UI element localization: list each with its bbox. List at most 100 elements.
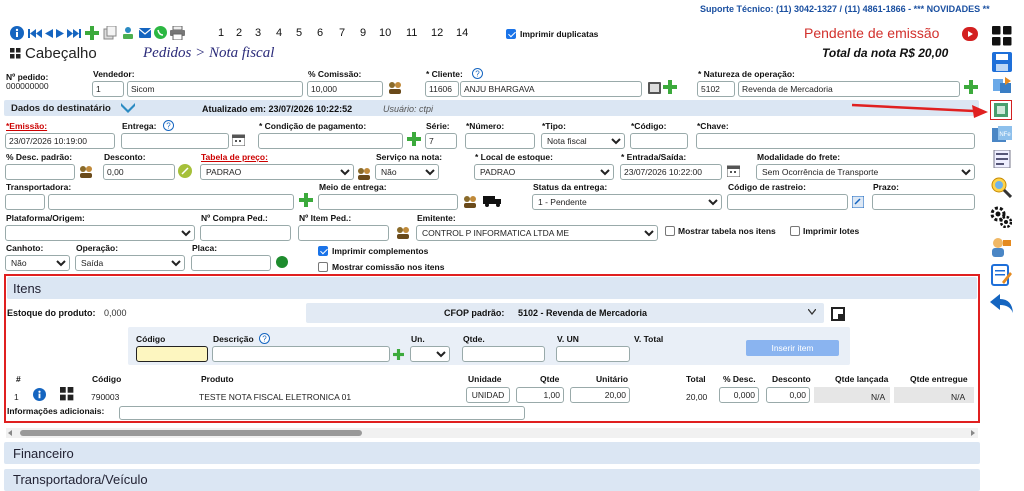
whatsapp-icon[interactable] [154, 26, 167, 39]
discount-input[interactable] [103, 164, 175, 180]
row-qty[interactable]: 1,00 [516, 387, 564, 403]
last-page-icon[interactable] [67, 29, 81, 38]
page-number-link[interactable]: 2 [236, 27, 242, 39]
scroll-thumb[interactable] [20, 430, 362, 436]
people-icon[interactable] [79, 165, 93, 178]
delivery-mode-input[interactable] [318, 194, 458, 210]
plate-input[interactable] [191, 255, 271, 271]
seller-code-input[interactable] [92, 81, 124, 97]
edit-document-icon[interactable] [990, 264, 1012, 286]
calendar-icon[interactable] [727, 165, 740, 177]
stock-place-select[interactable]: PADRAO [474, 164, 614, 180]
scroll-left-arrow[interactable] [8, 430, 12, 436]
item-vun-input[interactable] [556, 346, 630, 362]
number-input[interactable] [465, 133, 535, 149]
print-icon[interactable] [170, 26, 185, 40]
item-code-input[interactable] [136, 346, 208, 362]
deadline-input[interactable] [872, 194, 975, 210]
row-unit-price[interactable]: 20,00 [570, 387, 630, 403]
help-icon[interactable]: ? [472, 68, 483, 79]
issuer-select[interactable]: CONTROL P INFORMATICA LTDA ME [416, 225, 658, 241]
info-input[interactable] [119, 406, 525, 420]
page-number-link[interactable]: 10 [379, 27, 391, 39]
people-icon[interactable] [463, 195, 477, 208]
item-unit-select[interactable] [410, 346, 450, 362]
add-payment-icon[interactable] [407, 132, 421, 146]
xml-export-icon[interactable] [990, 100, 1012, 120]
page-number-link[interactable]: 1 [218, 27, 224, 39]
expand-icon[interactable] [831, 307, 845, 321]
client-name-input[interactable] [460, 81, 642, 97]
item-desc-input[interactable] [212, 346, 390, 362]
truck-icon[interactable] [483, 195, 503, 207]
page-number-link[interactable]: 4 [276, 27, 282, 39]
stub-select[interactable]: Não [5, 255, 70, 271]
nature-name-input[interactable] [738, 81, 960, 97]
page-number-link[interactable]: 9 [360, 27, 366, 39]
entry-input[interactable] [620, 164, 722, 180]
service-select[interactable]: Não [375, 164, 439, 180]
transport-section[interactable] [4, 469, 980, 491]
save-icon[interactable] [992, 52, 1012, 72]
calendar-icon[interactable] [232, 134, 245, 146]
percent-icon[interactable] [178, 164, 192, 178]
nature-code-input[interactable] [697, 81, 735, 97]
page-number-link[interactable]: 11 [406, 27, 417, 39]
user-badge-icon[interactable] [990, 236, 1012, 258]
settings-icon[interactable] [990, 206, 1012, 228]
help-icon[interactable]: ? [163, 120, 174, 131]
page-number-link[interactable]: 6 [317, 27, 323, 39]
transfer-icon[interactable] [992, 77, 1012, 95]
address-book-icon[interactable] [648, 82, 661, 94]
insert-item-button[interactable]: Inserir item [746, 340, 839, 356]
tracking-input[interactable] [727, 194, 848, 210]
people-icon[interactable] [388, 81, 402, 94]
prev-page-icon[interactable] [45, 29, 53, 38]
chevron-down-icon[interactable] [808, 309, 816, 315]
payment-input[interactable] [258, 133, 403, 149]
add-carrier-icon[interactable] [299, 193, 313, 207]
key-input[interactable] [696, 133, 975, 149]
price-table-select[interactable]: PADRAO [200, 164, 354, 180]
page-number-link[interactable]: 12 [431, 27, 443, 39]
info-icon[interactable] [33, 388, 46, 401]
page-number-link[interactable]: 7 [339, 27, 345, 39]
client-code-input[interactable] [425, 81, 459, 97]
people-icon[interactable] [396, 226, 410, 239]
grid-icon[interactable] [60, 387, 74, 401]
nfe-icon[interactable]: NFe [992, 126, 1012, 144]
seller-name-input[interactable] [127, 81, 303, 97]
page-number-link[interactable]: 14 [456, 27, 468, 39]
user-stamp-icon[interactable] [121, 26, 135, 40]
commission-input[interactable] [307, 81, 383, 97]
row-disc-pct[interactable]: 0,000 [719, 387, 759, 403]
add-item-icon[interactable] [393, 349, 404, 360]
people-icon[interactable] [357, 167, 371, 180]
code-input[interactable] [630, 133, 688, 149]
freight-select[interactable]: Sem Ocorrência de Transporte [756, 164, 975, 180]
show-commission-checkbox[interactable] [318, 262, 328, 272]
danfe-icon[interactable] [992, 150, 1012, 168]
info-icon[interactable] [10, 26, 24, 40]
search-user-icon[interactable] [990, 176, 1012, 198]
item-qty-input[interactable] [462, 346, 545, 362]
cfop-value[interactable]: 5102 - Revenda de Mercadoria [518, 308, 647, 318]
show-table-checkbox[interactable] [665, 226, 675, 236]
item-order-input[interactable] [298, 225, 389, 241]
carrier-code-input[interactable] [5, 194, 45, 210]
row-unit[interactable]: UNIDAD [466, 387, 510, 403]
add-icon[interactable] [85, 26, 99, 40]
delivery-input[interactable] [121, 133, 229, 149]
financeiro-section[interactable] [4, 442, 980, 464]
row-discount[interactable]: 0,00 [766, 387, 810, 403]
type-select[interactable]: Nota fiscal [541, 133, 625, 149]
delivery-status-select[interactable]: 1 - Pendente [532, 194, 722, 210]
print-duplicates-checkbox[interactable] [506, 29, 516, 39]
carrier-name-input[interactable] [48, 194, 294, 210]
back-icon[interactable] [990, 292, 1014, 314]
platform-select[interactable] [5, 225, 195, 241]
scroll-right-arrow[interactable] [971, 430, 975, 436]
operation-select[interactable]: Saída [75, 255, 185, 271]
first-page-icon[interactable] [28, 29, 42, 38]
series-input[interactable] [425, 133, 457, 149]
